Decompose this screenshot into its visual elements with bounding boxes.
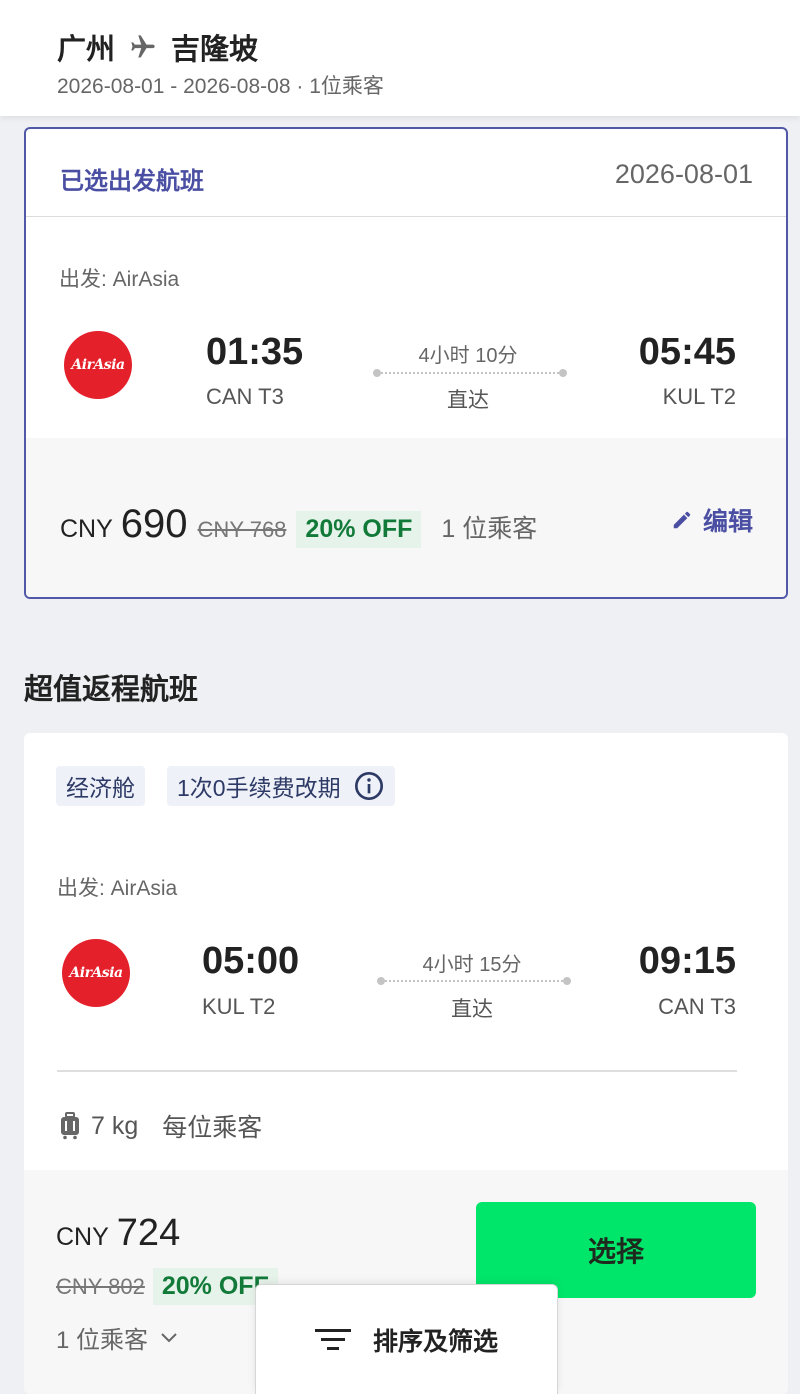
depart-time: 01:35 — [206, 331, 304, 373]
sort-filter-label: 排序及筛选 — [372, 1327, 498, 1356]
arrive-airport: KUL T2 — [662, 384, 736, 409]
sort-filter-button[interactable]: 排序及筛选 — [255, 1284, 558, 1394]
trip-dates: 2026-08-01 - 2026-08-08 — [57, 75, 291, 98]
currency: CNY — [56, 1223, 109, 1251]
arrive-airport: CAN T3 — [658, 994, 736, 1019]
price-row: CNY 690 CNY 768 20% OFF 1 位乘客 — [60, 502, 537, 548]
depart-time: 05:00 — [202, 940, 300, 982]
price: 724 — [116, 1212, 181, 1254]
stops-label: 直达 — [447, 389, 489, 412]
depart-airline-label: 出发: AirAsia — [57, 877, 178, 900]
luggage-icon — [61, 1112, 79, 1140]
baggage-allowance: 7 kg 每位乘客 — [59, 1108, 262, 1144]
discount-row: CNY 802 20% OFF — [56, 1268, 278, 1305]
selected-flight-card: 已选出发航班 2026-08-01 出发: AirAsia AirAsia 01… — [24, 127, 788, 599]
baggage-weight: 7 kg — [91, 1111, 139, 1140]
divider — [57, 1070, 737, 1072]
passenger-count: 1 位乘客 — [441, 515, 538, 543]
airasia-logo: AirAsia — [62, 939, 130, 1007]
airasia-logo: AirAsia — [64, 331, 132, 399]
depart-airline-label: 出发: AirAsia — [59, 268, 180, 291]
stops-label: 直达 — [451, 998, 493, 1021]
price: 690 — [120, 502, 188, 546]
arrive-time: 05:45 — [638, 331, 736, 373]
original-price: CNY 768 — [197, 517, 287, 542]
baggage-note: 每位乘客 — [162, 1114, 263, 1142]
arrive-time: 09:15 — [638, 940, 736, 982]
return-section-title: 超值返程航班 — [24, 674, 199, 706]
destination-city: 吉隆坡 — [171, 34, 259, 66]
plane-icon — [127, 33, 159, 61]
depart-airport: KUL T2 — [202, 994, 276, 1019]
currency: CNY — [60, 515, 113, 543]
flight-duration: 4小时 10分 — [418, 345, 518, 367]
passenger-dropdown[interactable]: 1 位乘客 — [56, 1320, 178, 1355]
price-row: CNY 724 — [56, 1212, 180, 1255]
info-icon[interactable] — [353, 770, 385, 802]
route-title[interactable]: 广州 吉隆坡 — [57, 26, 258, 68]
chevron-down-icon — [161, 1332, 177, 1342]
flight-duration: 4小时 15分 — [422, 954, 522, 976]
free-change-tag[interactable]: 1次0手续费改期 — [167, 766, 395, 806]
cabin-class-tag: 经济舱 — [56, 766, 145, 806]
edit-label: 编辑 — [702, 508, 753, 536]
edit-button[interactable]: 编辑 — [671, 502, 753, 538]
filter-icon — [314, 1328, 351, 1350]
price-section: CNY 690 CNY 768 20% OFF 1 位乘客 编辑 — [26, 438, 786, 597]
pencil-icon — [673, 511, 691, 529]
selected-flight-date: 2026-08-01 — [614, 159, 753, 189]
route-line — [377, 977, 571, 985]
discount-badge: 20% OFF — [296, 511, 422, 548]
route-line — [373, 369, 567, 377]
top-header: 广州 吉隆坡 2026-08-01 - 2026-08-08 · 1位乘客 — [0, 0, 800, 116]
trip-passengers: 1位乘客 — [309, 75, 384, 98]
passenger-count: 1 位乘客 — [56, 1327, 149, 1354]
selected-flight-title: 已选出发航班 — [60, 168, 204, 195]
depart-airport: CAN T3 — [206, 384, 284, 409]
separator: · — [290, 75, 310, 98]
divider — [26, 216, 786, 217]
origin-city: 广州 — [57, 34, 116, 66]
trip-summary: 2026-08-01 - 2026-08-08 · 1位乘客 — [57, 70, 384, 100]
original-price: CNY 802 — [56, 1273, 145, 1299]
